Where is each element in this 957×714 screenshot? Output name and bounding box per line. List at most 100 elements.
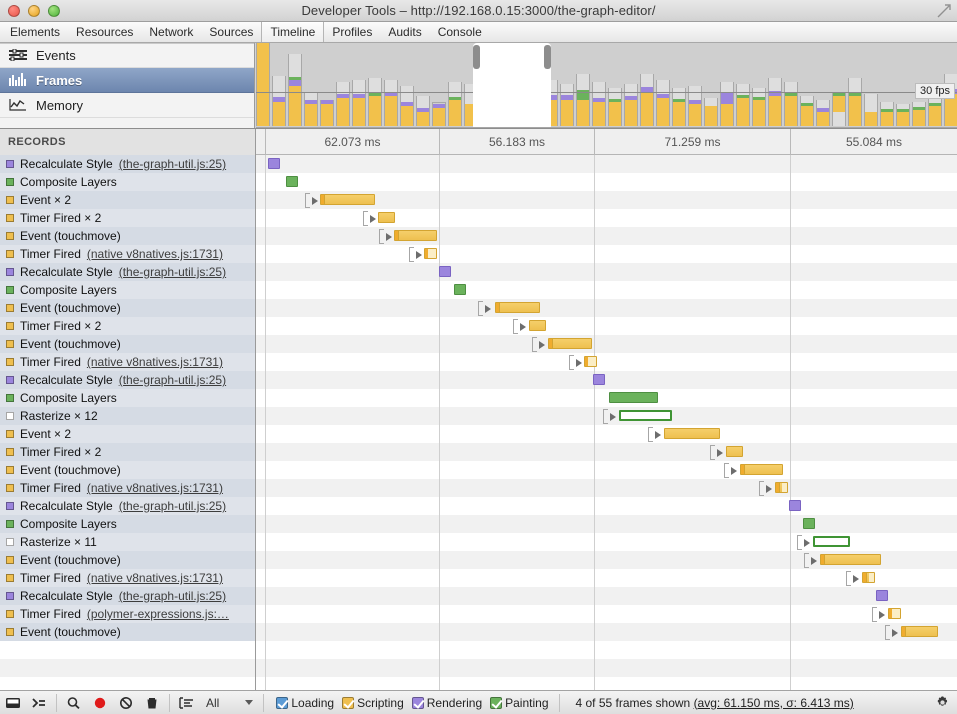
record-bar[interactable] [394,230,437,241]
record-row[interactable]: Event × 2 [0,425,255,443]
category-checkbox-loading[interactable]: Loading [276,696,334,710]
record-bar[interactable] [529,320,546,331]
view-mode-frames[interactable]: Frames [0,68,254,93]
record-bar[interactable] [664,428,720,439]
category-checkbox-painting[interactable]: Painting [490,695,549,710]
record-bar[interactable] [775,482,788,493]
record-bar[interactable] [789,500,801,511]
record-bar[interactable] [439,266,451,277]
dock-toggle-icon[interactable] [0,692,26,714]
dock-to-side-icon[interactable] [937,4,951,18]
checkbox-box[interactable] [276,696,289,709]
panel-tab-audits[interactable]: Audits [380,22,429,42]
record-row[interactable]: Composite Layers [0,389,255,407]
panel-tab-elements[interactable]: Elements [2,22,68,42]
record-row[interactable]: Composite Layers [0,515,255,533]
panel-tab-resources[interactable]: Resources [68,22,141,42]
record-bar[interactable] [286,176,298,187]
gear-icon[interactable] [935,695,950,710]
record-bar[interactable] [548,338,592,349]
record-bar[interactable] [609,392,658,403]
record-row[interactable]: Timer Fired × 2 [0,443,255,461]
record-bar[interactable] [495,302,540,313]
record-bar[interactable] [584,356,597,367]
overview-selection-window[interactable] [473,43,551,128]
record-bar[interactable] [813,536,850,547]
view-mode-memory[interactable]: Memory [0,93,254,118]
record-bar[interactable] [726,446,743,457]
checkbox-box[interactable] [342,696,355,709]
panel-tab-network[interactable]: Network [141,22,201,42]
record-source-link[interactable]: (native v8natives.js:1731) [87,247,223,261]
selection-handle-left[interactable] [473,45,480,69]
record-row[interactable]: Composite Layers [0,173,255,191]
record-bar[interactable] [862,572,875,583]
record-bar[interactable] [803,518,815,529]
view-mode-events[interactable]: Events [0,43,254,68]
clear-filter-icon[interactable] [113,692,139,714]
record-row[interactable]: Event × 2 [0,191,255,209]
record-icon[interactable] [87,692,113,714]
record-bar[interactable] [740,464,783,475]
record-source-link[interactable]: (native v8natives.js:1731) [87,355,223,369]
record-bar[interactable] [619,410,672,421]
record-row[interactable]: Timer Fired × 2 [0,209,255,227]
selection-handle-right[interactable] [544,45,551,69]
record-expand-toggle[interactable] [478,301,496,316]
category-filter-select[interactable]: All [200,693,259,713]
record-bar[interactable] [901,626,938,637]
checkbox-box[interactable] [490,696,503,709]
record-row[interactable]: Recalculate Style (the-graph-util.js:25) [0,371,255,389]
search-icon[interactable] [61,692,87,714]
checkbox-label: Painting [505,695,549,710]
record-row[interactable]: Composite Layers [0,281,255,299]
record-row[interactable]: Timer Fired × 2 [0,317,255,335]
record-source-link[interactable]: (the-graph-util.js:25) [119,589,226,603]
record-source-link[interactable]: (native v8natives.js:1731) [87,571,223,585]
record-row[interactable]: Recalculate Style (the-graph-util.js:25) [0,155,255,173]
record-bar[interactable] [876,590,888,601]
record-row[interactable]: Recalculate Style (the-graph-util.js:25) [0,263,255,281]
record-source-link[interactable]: (native v8natives.js:1731) [87,481,223,495]
record-row[interactable]: Event (touchmove) [0,461,255,479]
record-row[interactable]: Timer Fired (native v8natives.js:1731) [0,353,255,371]
record-bar[interactable] [593,374,605,385]
record-bar[interactable] [454,284,466,295]
record-bar[interactable] [820,554,881,565]
category-checkbox-rendering[interactable]: Rendering [411,696,482,710]
record-row[interactable]: Timer Fired (native v8natives.js:1731) [0,569,255,587]
record-row[interactable]: Event (touchmove) [0,299,255,317]
record-row[interactable]: Recalculate Style (the-graph-util.js:25) [0,497,255,515]
checkbox-box[interactable] [411,696,424,709]
record-row[interactable]: Recalculate Style (the-graph-util.js:25) [0,587,255,605]
record-bar[interactable] [320,194,375,205]
panel-tab-timeline[interactable]: Timeline [261,22,325,42]
record-bar[interactable] [268,158,280,169]
record-source-link[interactable]: (the-graph-util.js:25) [119,373,226,387]
glue-records-icon[interactable] [174,692,200,714]
trash-icon[interactable] [139,692,165,714]
record-row[interactable]: Rasterize × 12 [0,407,255,425]
record-bar[interactable] [378,212,395,223]
timeline-records-area[interactable]: Recalculate Style (the-graph-util.js:25)… [0,155,957,690]
record-row[interactable]: Event (touchmove) [0,551,255,569]
record-bar[interactable] [424,248,437,259]
frames-overview-chart[interactable]: 30 fps [256,43,957,128]
record-row[interactable]: Event (touchmove) [0,623,255,641]
record-source-link[interactable]: (polymer-expressions.js:… [87,607,229,621]
panel-tab-sources[interactable]: Sources [201,22,261,42]
record-row[interactable]: Timer Fired (native v8natives.js:1731) [0,479,255,497]
record-row[interactable]: Timer Fired (native v8natives.js:1731) [0,245,255,263]
record-source-link[interactable]: (the-graph-util.js:25) [119,499,226,513]
console-drawer-icon[interactable] [26,692,52,714]
record-row[interactable]: Event (touchmove) [0,227,255,245]
record-row[interactable]: Rasterize × 11 [0,533,255,551]
record-source-link[interactable]: (the-graph-util.js:25) [119,265,226,279]
record-source-link[interactable]: (the-graph-util.js:25) [119,157,226,171]
record-row[interactable]: Event (touchmove) [0,335,255,353]
record-row[interactable]: Timer Fired (polymer-expressions.js:… [0,605,255,623]
record-bar[interactable] [888,608,901,619]
panel-tab-profiles[interactable]: Profiles [324,22,380,42]
panel-tab-console[interactable]: Console [430,22,490,42]
category-checkbox-scripting[interactable]: Scripting [342,696,404,710]
